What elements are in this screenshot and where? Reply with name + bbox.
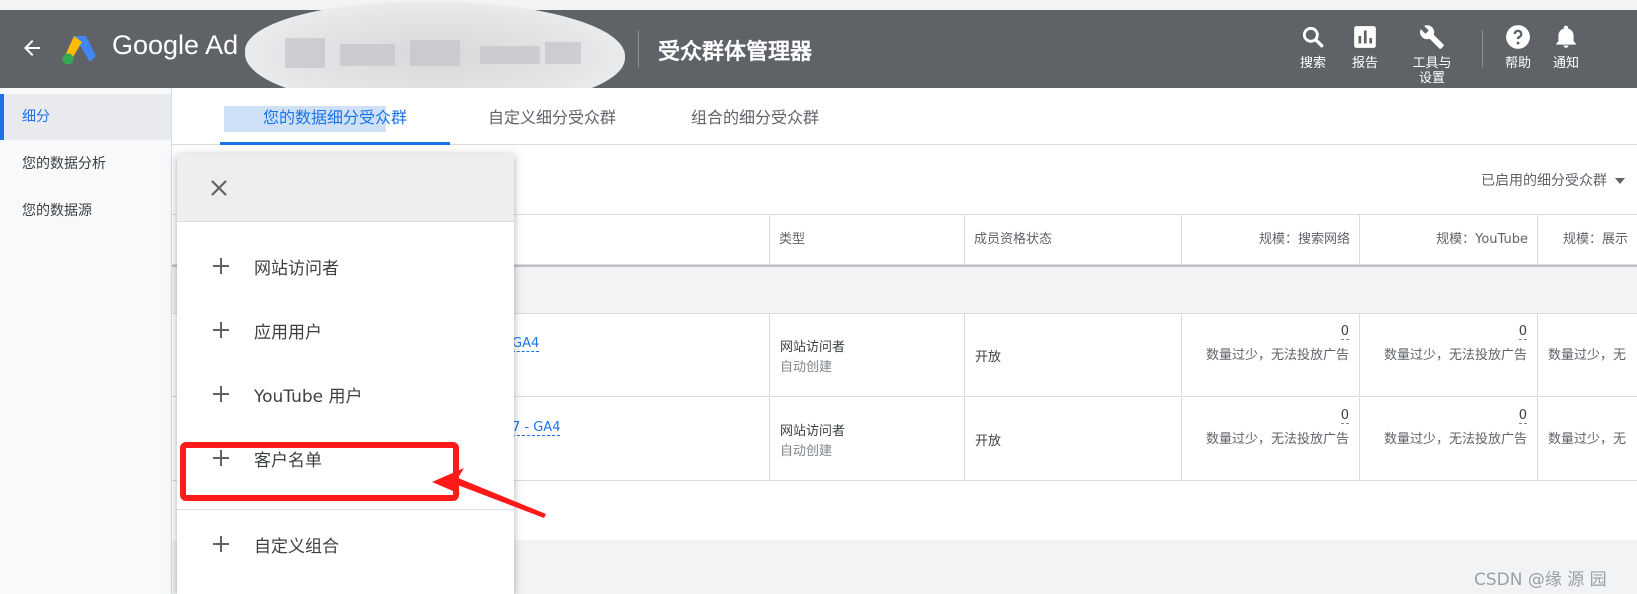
caret-down-icon	[1615, 178, 1625, 184]
back-arrow-icon[interactable]	[20, 36, 44, 60]
search-icon	[1302, 26, 1324, 48]
status-cell: 开放	[964, 314, 1181, 397]
status-filter-dropdown[interactable]: 已启用的细分受众群	[1481, 170, 1625, 190]
menu-item-label: 网站访问者	[254, 259, 339, 279]
column-header-size-youtube[interactable]: 规模：YouTube	[1359, 215, 1537, 265]
menu-item-label: 应用用户	[254, 323, 322, 343]
tab-bar: 您的数据细分受众群 自定义细分受众群 组合的细分受众群	[172, 88, 1637, 145]
column-header-type[interactable]: 类型	[769, 215, 964, 265]
size-youtube-value[interactable]: 0	[1518, 324, 1527, 340]
reports-label: 报告	[1351, 56, 1378, 71]
plus-icon	[213, 322, 229, 338]
bell-icon	[1556, 25, 1576, 48]
status-value: 开放	[975, 434, 1002, 449]
reports-button[interactable]: 报告	[1335, 24, 1395, 71]
menu-item-youtube-users[interactable]: YouTube 用户	[177, 364, 514, 422]
watermark: CSDN @缘 源 园	[1474, 570, 1607, 590]
help-icon	[1506, 25, 1530, 49]
header-divider-2	[1482, 30, 1483, 68]
sidebar-item-data-insights[interactable]: 您的数据分析	[0, 141, 171, 187]
size-youtube-value[interactable]: 0	[1518, 408, 1527, 424]
tools-label-line1: 工具与	[1412, 56, 1452, 71]
brand-name: Google Ad	[112, 30, 239, 60]
page-title: 受众群体管理器	[658, 40, 813, 65]
size-youtube-message: 数量过少，无法投放广告	[1383, 432, 1527, 447]
column-header-size-display[interactable]: 规模：展示	[1537, 215, 1637, 265]
plus-icon	[213, 258, 229, 274]
tools-settings-button[interactable]: 工具与 设置	[1402, 24, 1462, 86]
menu-item-custom-combination[interactable]: 自定义组合	[177, 514, 514, 572]
notifications-button[interactable]: 通知	[1536, 24, 1596, 71]
status-filter-label: 已启用的细分受众群	[1481, 173, 1607, 189]
type-cell: 网站访问者 自动创建	[769, 314, 964, 397]
menu-item-label: 自定义组合	[254, 537, 339, 557]
red-arrow-icon	[432, 468, 546, 518]
size-youtube-cell: 0 数量过少，无法投放广告	[1359, 398, 1537, 481]
size-youtube-cell: 0 数量过少，无法投放广告	[1359, 314, 1537, 397]
notifications-label: 通知	[1552, 56, 1579, 71]
size-search-cell: 0 数量过少，无法投放广告	[1181, 314, 1359, 397]
menu-item-app-users[interactable]: 应用用户	[177, 300, 514, 358]
size-display-cell: 数量过少，无	[1537, 314, 1637, 397]
tab-custom-segments[interactable]: 自定义细分受众群	[464, 88, 640, 145]
status-value: 开放	[975, 350, 1002, 365]
tab-your-data-segments[interactable]: 您的数据细分受众群	[220, 88, 450, 145]
size-display-message: 数量过少，无	[1548, 348, 1627, 363]
status-cell: 开放	[964, 398, 1181, 481]
column-header-membership-status[interactable]: 成员资格状态	[964, 215, 1181, 265]
plus-icon	[213, 536, 229, 552]
header-divider	[638, 30, 639, 68]
size-search-message: 数量过少，无法投放广告	[1205, 432, 1349, 447]
segment-name-link[interactable]: GA4	[512, 336, 540, 352]
close-icon[interactable]	[207, 176, 231, 200]
sidebar-item-segments[interactable]: 细分	[0, 94, 171, 140]
left-nav: 细分 您的数据分析 您的数据源	[0, 88, 172, 594]
menu-item-website-visitors[interactable]: 网站访问者	[177, 236, 514, 294]
type-subvalue: 自动创建	[780, 444, 833, 459]
tab-combined-segments[interactable]: 组合的细分受众群	[667, 88, 843, 145]
type-value: 网站访问者	[780, 340, 846, 355]
tools-label-line2: 设置	[1418, 71, 1445, 86]
type-value: 网站访问者	[780, 424, 846, 439]
size-search-value[interactable]: 0	[1340, 324, 1349, 340]
reports-icon	[1354, 26, 1376, 48]
google-ads-logo-icon	[62, 36, 96, 65]
search-button[interactable]: 搜索	[1283, 24, 1343, 71]
top-app-bar: Google Ad 受众群体管理器 搜索 报告 工具与 设置 帮助 通知	[0, 2, 1637, 110]
type-subvalue: 自动创建	[780, 360, 833, 375]
wrench-icon	[1420, 25, 1444, 49]
type-cell: 网站访问者 自动创建	[769, 398, 964, 481]
size-youtube-message: 数量过少，无法投放广告	[1383, 348, 1527, 363]
size-display-message: 数量过少，无	[1548, 432, 1627, 447]
sidebar-item-data-sources[interactable]: 您的数据源	[0, 188, 171, 234]
red-highlight-box	[180, 442, 459, 501]
menu-item-label: YouTube 用户	[254, 387, 363, 407]
size-display-cell: 数量过少，无	[1537, 398, 1637, 481]
plus-icon	[213, 386, 229, 402]
size-search-value[interactable]: 0	[1340, 408, 1349, 424]
size-search-cell: 0 数量过少，无法投放广告	[1181, 398, 1359, 481]
menu-header	[177, 154, 514, 222]
size-search-message: 数量过少，无法投放广告	[1205, 348, 1349, 363]
search-label: 搜索	[1299, 56, 1326, 71]
new-segment-menu: 网站访问者 应用用户 YouTube 用户 客户名单 自定义组合	[177, 154, 514, 594]
segment-name-link[interactable]: 7 - GA4	[512, 420, 561, 436]
column-header-size-search[interactable]: 规模：搜索网络	[1181, 215, 1359, 265]
